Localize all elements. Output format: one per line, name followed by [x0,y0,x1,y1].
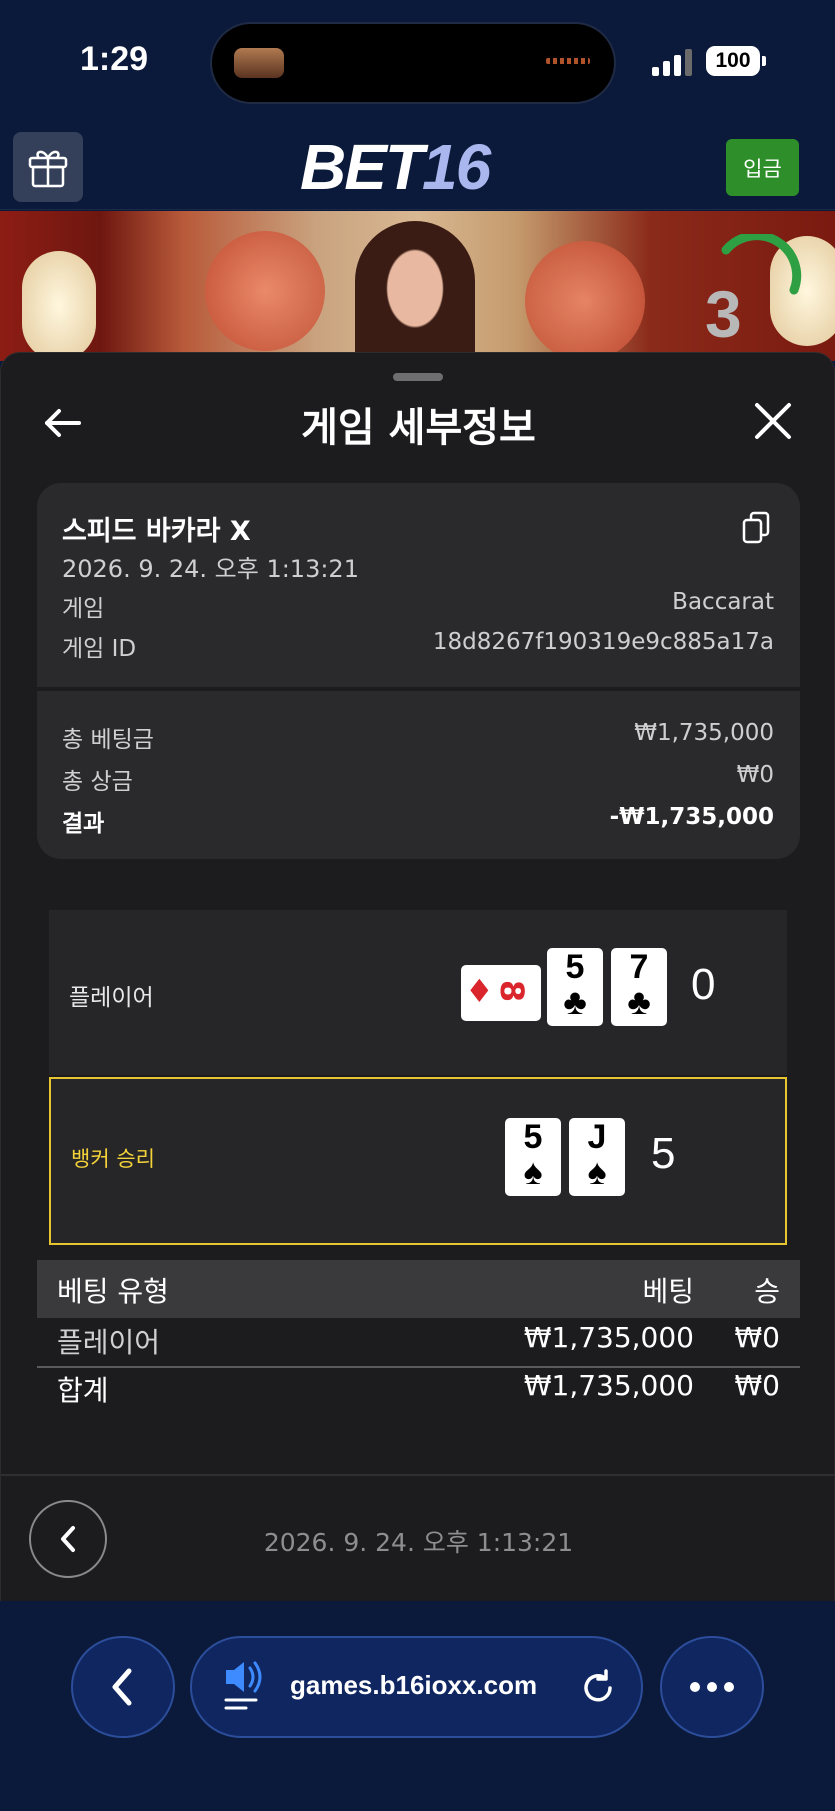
table-divider [37,1366,800,1368]
status-bar: 1:29 100 [0,0,835,125]
game-id-value: 18d8267f190319e9c885a17a [432,629,774,655]
game-datetime: 2026. 9. 24. 오후 1:13:21 [62,555,359,583]
row-win-amount: ₩0 [734,1321,781,1354]
banker-hand-winner: 뱅커 승리 5 ♠ J ♠ 5 [49,1077,787,1245]
row-bet-amount: ₩1,735,000 [523,1321,694,1354]
battery-icon: 100 [706,46,766,76]
audio-indicator-icon [546,58,590,64]
deposit-button[interactable]: 입금 [726,139,799,196]
browser-toolbar: games.b16ioxx.com [0,1601,835,1811]
game-id-label: 게임 ID [62,636,137,662]
logo-text-bet: BET [300,131,424,203]
card-suit: ♦ [465,972,494,1010]
gift-icon [28,150,68,188]
lantern-decoration [22,251,96,361]
col-header-win: 승 [754,1275,780,1308]
player-hand: 플레이어 ♦ 8 5 ♣ 7 ♣ 0 [49,910,787,1075]
dealer-image [355,221,475,361]
more-icon [690,1682,734,1692]
card-suit: ♣ [627,981,651,1022]
reload-icon[interactable] [578,1668,618,1708]
game-details-sheet: 게임 세부정보 스피드 바카라 X 2026. 9. 24. 오후 1:13:2… [0,352,835,1602]
col-header-bet: 베팅 [642,1275,694,1308]
more-options-button[interactable] [660,1636,764,1738]
gift-button[interactable] [13,132,83,202]
now-playing-thumbnail [234,48,284,78]
card-divider [37,687,800,691]
banker-score: 5 [651,1129,676,1178]
url-text: games.b16ioxx.com [290,1670,538,1700]
card-suit: ♣ [563,981,587,1022]
dynamic-island [210,22,616,104]
logo-text-16: 16 [422,131,491,203]
playing-card: 5 ♠ [505,1118,561,1196]
speaker-icon [224,1661,262,1710]
flower-decoration [205,231,325,351]
result-label: 결과 [62,811,105,837]
total-label: 합계 [57,1374,109,1407]
flower-decoration [525,241,645,361]
game-info-card: 스피드 바카라 X 2026. 9. 24. 오후 1:13:21 게임 Bac… [37,483,800,859]
total-win-amount: ₩0 [734,1369,781,1402]
copy-icon[interactable] [741,511,771,545]
playing-card: 5 ♣ [547,948,603,1026]
playing-card-sideways: ♦ 8 [461,965,541,1021]
total-bet-label: 총 베팅금 [62,727,154,753]
card-suit: ♠ [587,1151,607,1192]
total-win-value: ₩0 [736,762,774,788]
card-rank: 8 [493,979,532,1003]
total-win-label: 총 상금 [62,769,133,795]
footer-divider [1,1474,835,1476]
game-name: 스피드 바카라 X [62,516,251,547]
app-header: BET16 입금 [0,125,835,210]
sheet-grabber[interactable] [393,373,443,381]
player-score: 0 [691,960,716,1009]
result-value: -₩1,735,000 [609,804,774,830]
close-icon[interactable] [753,401,793,441]
footer-datetime: 2026. 9. 24. 오후 1:13:21 [263,1528,574,1557]
browser-back-button[interactable] [71,1636,175,1738]
chevron-left-icon [112,1668,132,1706]
brand-logo[interactable]: BET16 [300,131,491,203]
status-time: 1:29 [80,40,149,78]
sheet-title: 게임 세부정보 [301,405,536,451]
card-suit: ♠ [523,1151,543,1192]
bet-table-header: 베팅 유형 베팅 승 [37,1260,800,1318]
signal-icon [652,48,694,76]
total-bet-amount: ₩1,735,000 [523,1369,694,1402]
game-type-label: 게임 [62,596,105,622]
row-bet-type: 플레이어 [57,1326,161,1359]
playing-card: 7 ♣ [611,948,667,1026]
player-hand-label: 플레이어 [69,985,154,1011]
total-bet-value: ₩1,735,000 [634,720,774,746]
banker-hand-label: 뱅커 승리 [71,1147,155,1171]
playing-card: J ♠ [569,1118,625,1196]
countdown-number: 3 [705,277,742,351]
game-type-value: Baccarat [672,589,774,615]
col-header-bet-type: 베팅 유형 [57,1275,169,1308]
address-bar[interactable]: games.b16ioxx.com [190,1636,643,1738]
